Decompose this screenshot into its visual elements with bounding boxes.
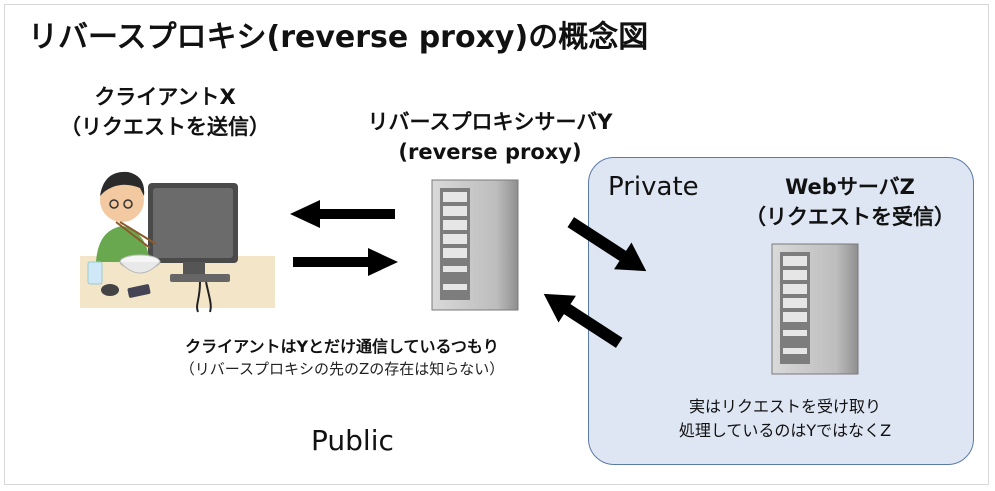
web-note-line1: 実はリクエストを受け取り — [688, 397, 881, 416]
web-server-note: 実はリクエストを受け取り 処理しているのはYではなくZ — [620, 395, 950, 443]
public-zone-label: Public — [311, 424, 394, 457]
client-note-sub: （リバースプロキシの先のZの存在は知らない） — [179, 360, 505, 378]
client-note-main: クライアントはYとだけ通信しているつもり — [185, 337, 499, 356]
web-server-icon — [771, 243, 859, 375]
client-illustration-icon — [80, 171, 275, 313]
web-note-line2: 処理しているのはYではなくZ — [678, 421, 892, 440]
arrow-proxy-to-client-icon — [290, 200, 395, 228]
client-note: クライアントはYとだけ通信しているつもり （リバースプロキシの先のZの存在は知ら… — [112, 336, 572, 380]
arrow-client-to-proxy-icon — [293, 248, 398, 276]
arrow-proxy-to-web-icon — [567, 217, 647, 272]
proxy-server-icon — [431, 179, 519, 311]
